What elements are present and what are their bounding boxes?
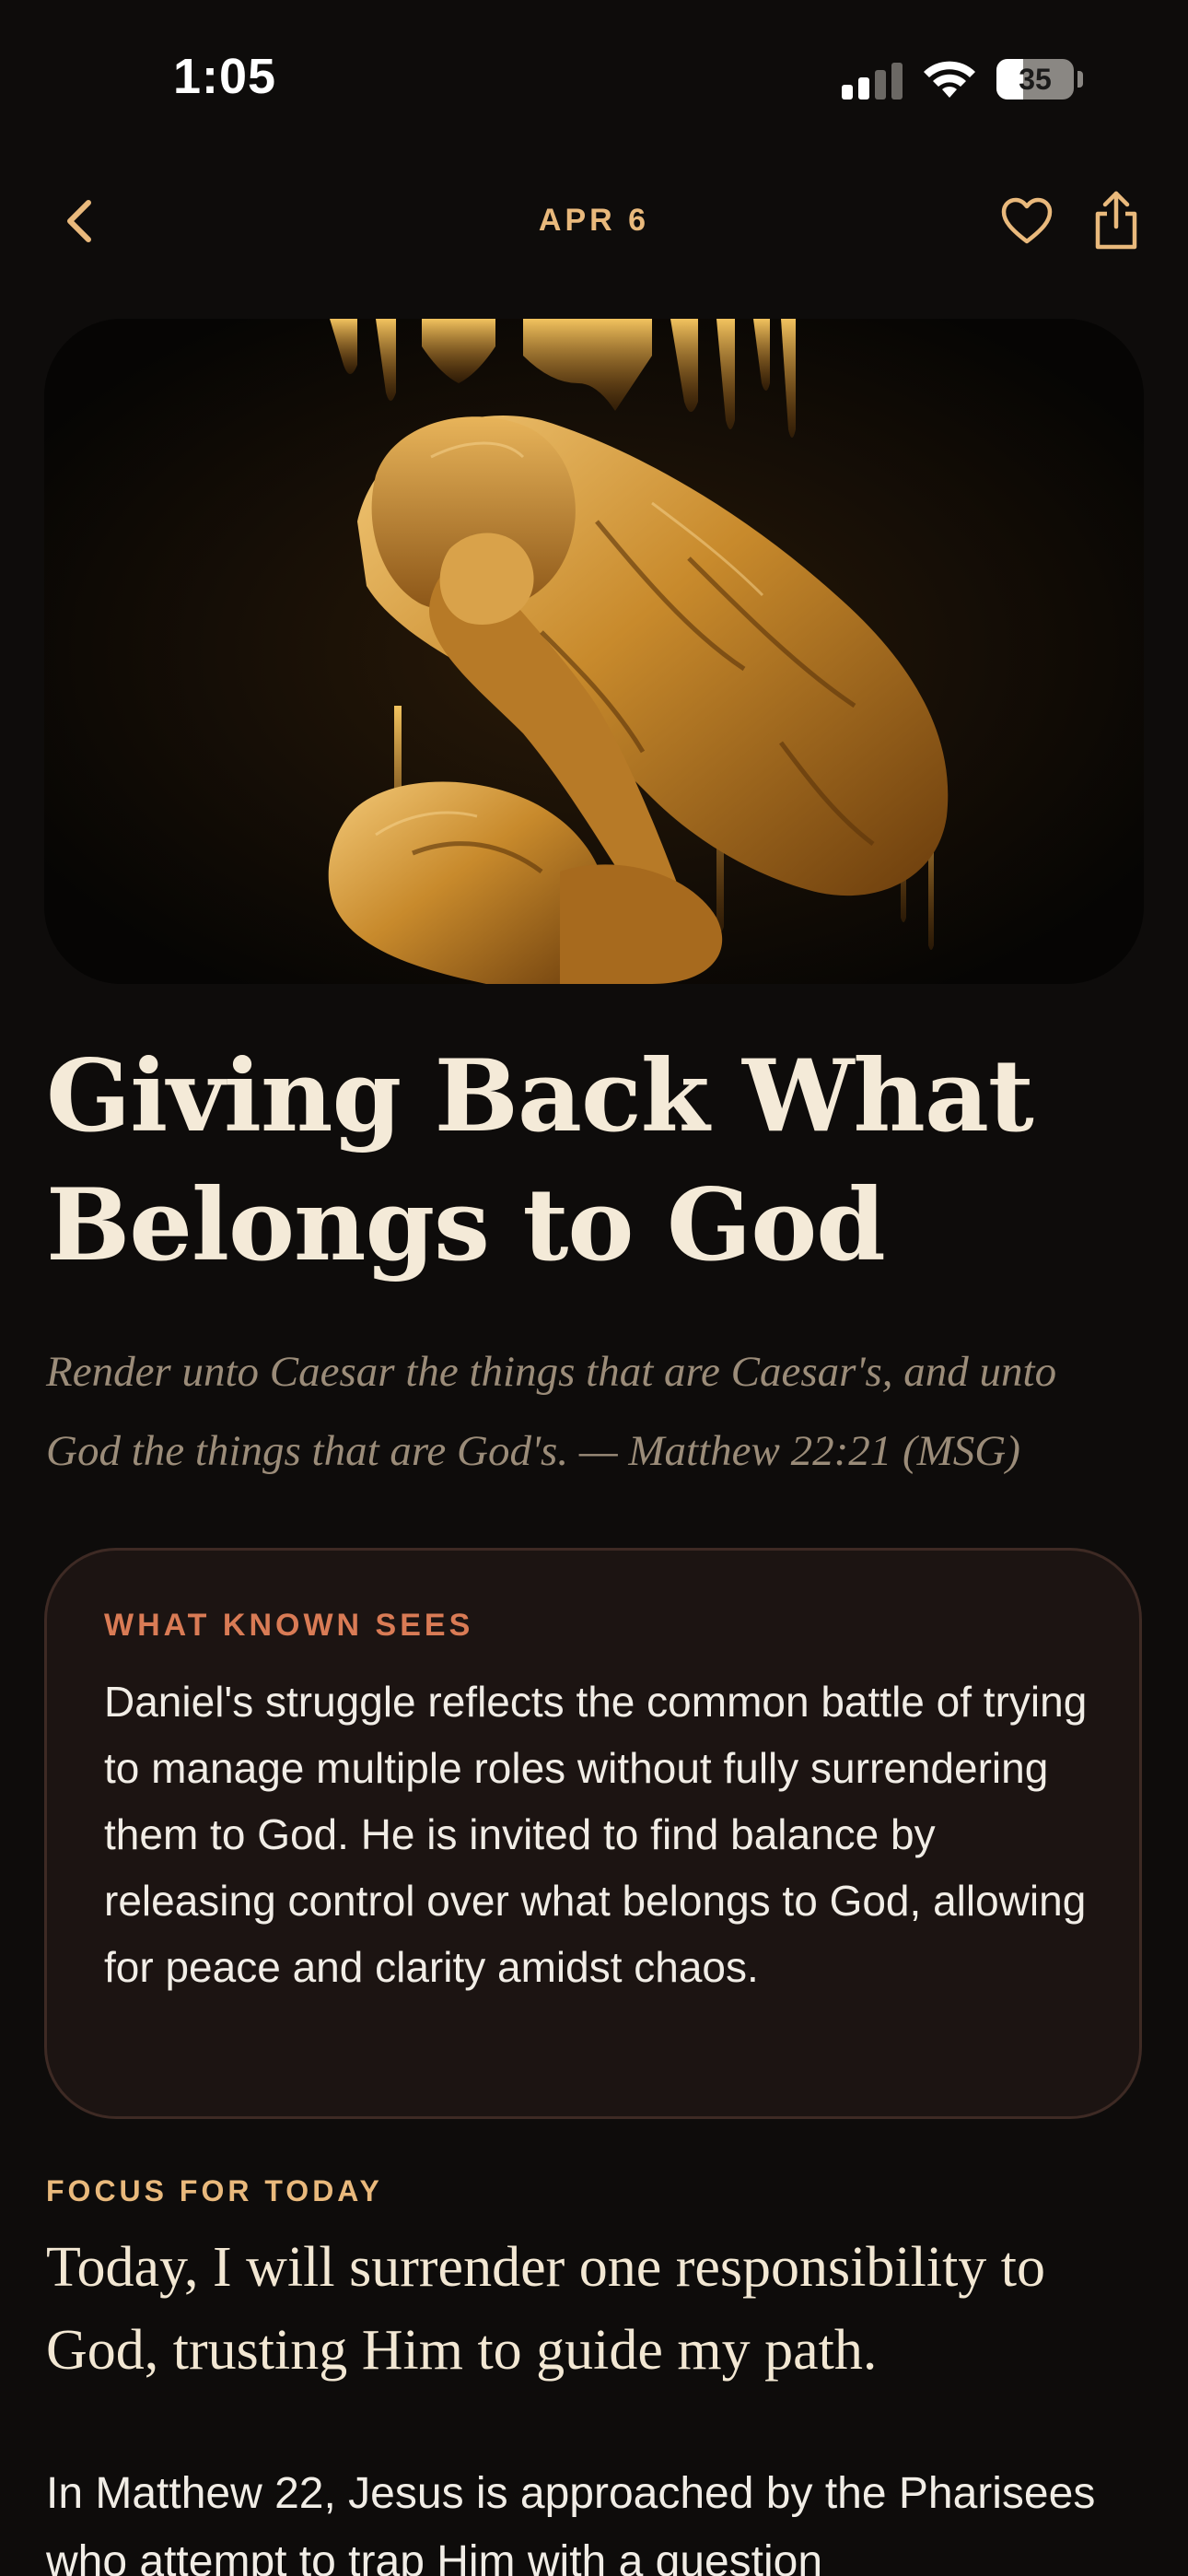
cellular-signal-icon (842, 63, 904, 100)
share-icon[interactable] (1090, 190, 1142, 251)
wifi-icon (924, 61, 975, 98)
gold-figure-illustration (44, 319, 1144, 984)
insight-card: WHAT KNOWN SEES Daniel's struggle reflec… (44, 1548, 1142, 2119)
focus-statement: Today, I will surrender one responsibili… (46, 2236, 1046, 2382)
insight-card-body: Daniel's struggle reflects the common ba… (104, 1678, 1088, 1991)
battery-indicator: 35 (996, 59, 1074, 100)
insight-card-label: WHAT KNOWN SEES (104, 1608, 474, 1643)
hero-artwork (44, 319, 1144, 984)
heart-icon[interactable] (1000, 195, 1054, 249)
devotional-title: Giving Back What Belongs to God (46, 1038, 1034, 1283)
status-bar: 1:05 35 (0, 0, 1188, 157)
battery-nub (1077, 71, 1083, 88)
top-navigation: APR 6 (0, 175, 1188, 267)
scripture-verse: Render unto Caesar the things that are C… (46, 1348, 1057, 1475)
devotional-body: In Matthew 22, Jesus is approached by th… (46, 2469, 1096, 2576)
status-time: 1:05 (173, 49, 277, 104)
focus-label: FOCUS FOR TODAY (46, 2174, 383, 2207)
battery-level: 35 (1019, 63, 1052, 96)
